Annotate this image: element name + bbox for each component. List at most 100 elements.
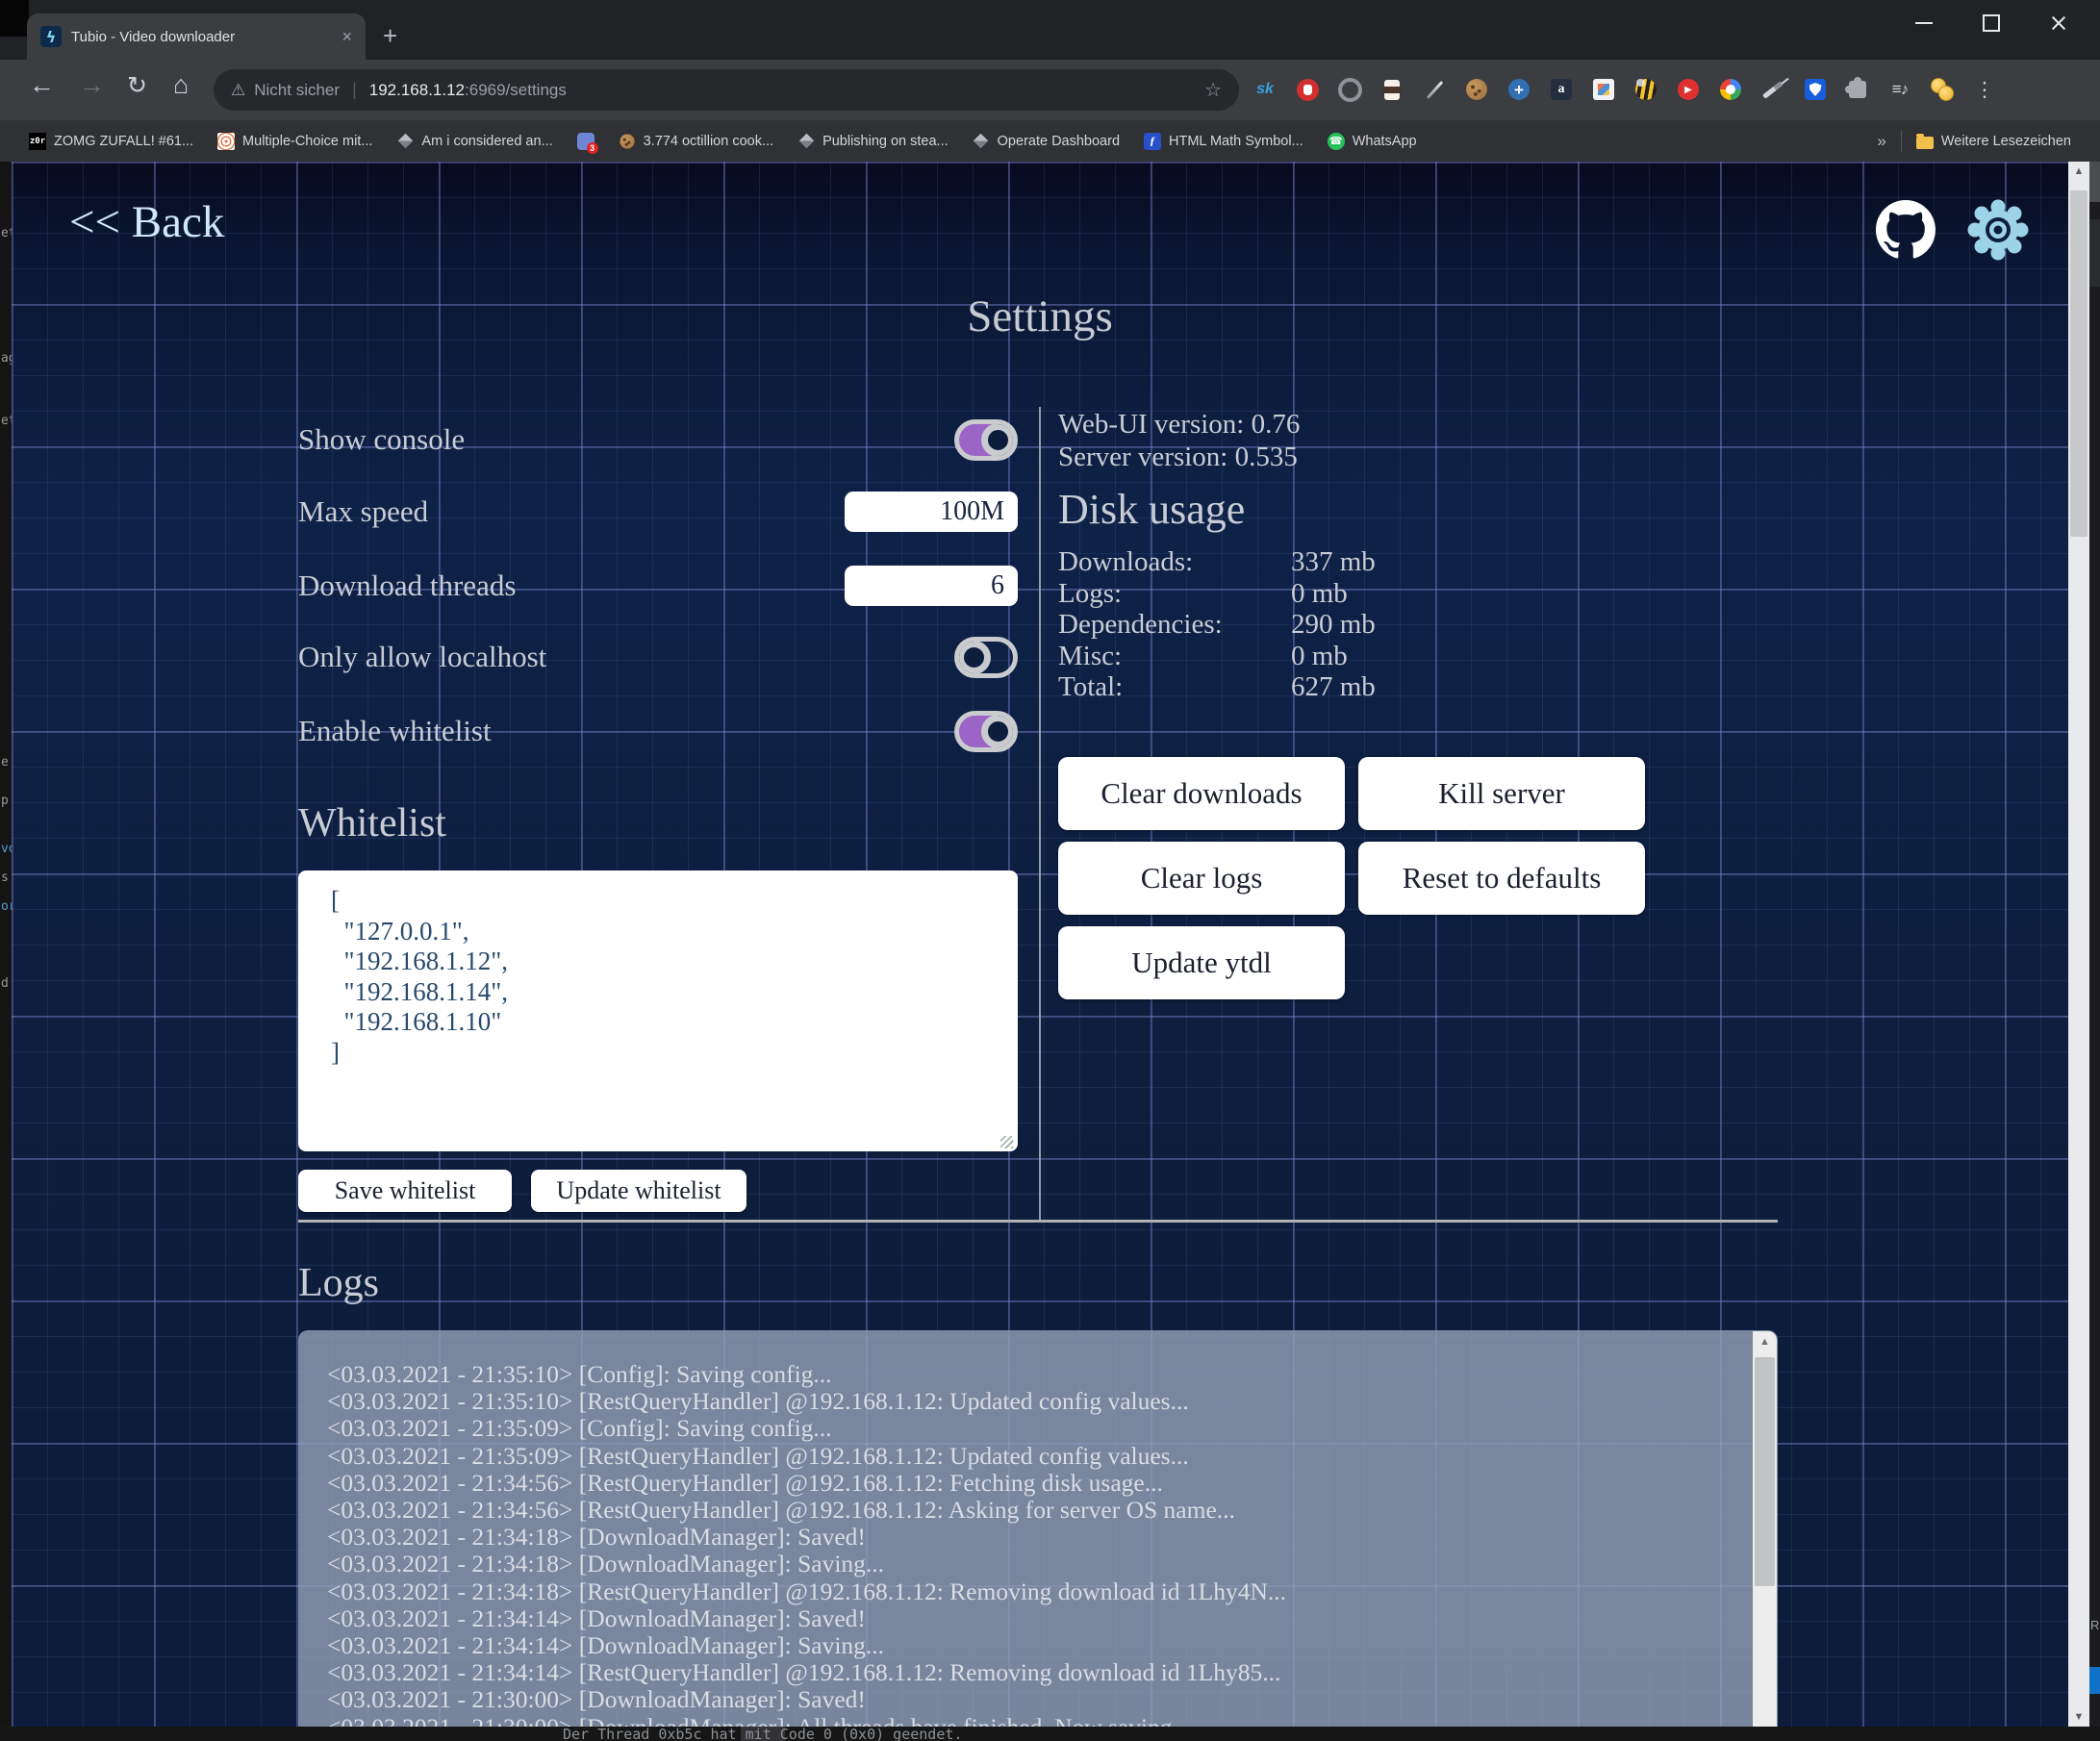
puzzle-icon[interactable] xyxy=(1845,77,1870,102)
disk-row: Total:627 mb xyxy=(1058,671,1376,703)
scroll-up-icon[interactable]: ▲ xyxy=(1753,1336,1777,1348)
clear-downloads-button[interactable]: Clear downloads xyxy=(1058,757,1345,830)
gear-icon[interactable] xyxy=(1966,198,2030,262)
download-threads-input[interactable] xyxy=(845,566,1018,606)
bee-icon[interactable] xyxy=(1633,77,1658,102)
tab-title: Tubio - Video downloader xyxy=(71,29,342,45)
tubio-favicon-icon: ϟ xyxy=(40,26,62,47)
setting-label: Enable whitelist xyxy=(298,714,492,748)
new-tab-button[interactable]: + xyxy=(383,21,397,51)
sk-icon[interactable]: sk xyxy=(1252,77,1278,102)
bookmarks-overflow-button[interactable]: » xyxy=(1877,132,1885,151)
log-line: <03.03.2021 - 21:34:14> [RestQueryHandle… xyxy=(327,1659,1720,1686)
bookmark-item[interactable]: z0r ZOMG ZUFALL! #61... xyxy=(29,133,193,150)
bookmark-item[interactable]: Publishing on stea... xyxy=(797,133,949,150)
textarea-resize-handle[interactable] xyxy=(1000,1136,1013,1148)
unity-cube-icon xyxy=(797,133,815,150)
bookmark-item[interactable]: ƒ HTML Math Symbol... xyxy=(1144,133,1303,150)
enable-whitelist-toggle[interactable] xyxy=(954,711,1018,752)
whitelist-textarea[interactable]: [ "127.0.0.1", "192.168.1.12", "192.168.… xyxy=(298,870,1018,1151)
log-line: <03.03.2021 - 21:35:10> [Config]: Saving… xyxy=(327,1361,1720,1388)
bookmark-item[interactable]: 3.774 octillion cook... xyxy=(619,133,773,150)
log-line: <03.03.2021 - 21:35:09> [Config]: Saving… xyxy=(327,1415,1720,1442)
coins-icon[interactable] xyxy=(1930,77,1955,102)
google-icon[interactable] xyxy=(1718,77,1743,102)
window-maximize-button[interactable] xyxy=(1980,12,2003,35)
kill-server-button[interactable]: Kill server xyxy=(1358,757,1645,830)
bookmarks-divider xyxy=(1901,131,1902,152)
setting-row: Show console xyxy=(298,417,1018,462)
log-panel: <03.03.2021 - 21:35:10> [Config]: Saving… xyxy=(298,1330,1778,1727)
log-line: <03.03.2021 - 21:34:18> [DownloadManager… xyxy=(327,1551,1720,1577)
browser-tab[interactable]: ϟ Tubio - Video downloader × xyxy=(27,13,366,60)
log-line: <03.03.2021 - 21:34:14> [DownloadManager… xyxy=(327,1632,1720,1659)
security-label: Nicht sicher xyxy=(254,81,340,100)
bookmark-label: Publishing on stea... xyxy=(822,134,949,149)
amazon-icon[interactable]: a xyxy=(1549,77,1574,102)
window-minimize-button[interactable] xyxy=(1912,12,1936,35)
reset-defaults-button[interactable]: Reset to defaults xyxy=(1358,842,1645,915)
bookmark-item[interactable]: Operate Dashboard xyxy=(973,133,1120,150)
disk-row: Logs:0 mb xyxy=(1058,578,1376,610)
bitwarden-shield-icon[interactable] xyxy=(1803,77,1828,102)
update-ytdl-button[interactable]: Update ytdl xyxy=(1058,926,1345,999)
other-bookmarks-button[interactable]: Weitere Lesezeichen xyxy=(1916,134,2071,149)
log-lines: <03.03.2021 - 21:35:10> [Config]: Saving… xyxy=(298,1330,1778,1727)
whatsapp-icon: ☎ xyxy=(1328,133,1345,150)
tab-close-icon[interactable]: × xyxy=(342,28,352,45)
reload-icon[interactable]: ↻ xyxy=(127,74,147,98)
back-icon[interactable]: ← xyxy=(29,72,55,98)
background-window-left-edge: et ag et e p vo s or d xyxy=(0,162,12,1741)
clear-logs-button[interactable]: Clear logs xyxy=(1058,842,1345,915)
bookmark-item[interactable]: 3 xyxy=(577,133,595,150)
extension-icons-row: sk + a ▶ ≡♪ ⋮ xyxy=(1252,70,1997,109)
page-scrollbar-thumb[interactable] xyxy=(2070,190,2087,537)
scroll-down-icon[interactable]: ▼ xyxy=(2068,1711,2089,1723)
ring-icon[interactable] xyxy=(1337,77,1362,102)
cookie-icon[interactable] xyxy=(1464,77,1489,102)
log-line: <03.03.2021 - 21:30:00> [DownloadManager… xyxy=(327,1714,1720,1727)
bookmark-item[interactable]: Am i considered an... xyxy=(396,133,552,150)
show-console-toggle[interactable] xyxy=(954,419,1018,461)
update-whitelist-button[interactable]: Update whitelist xyxy=(531,1170,746,1212)
bookmarks-bar: z0r ZOMG ZUFALL! #61... Multiple-Choice … xyxy=(0,120,2100,162)
back-link[interactable]: << Back xyxy=(69,196,224,248)
save-whitelist-button[interactable]: Save whitelist xyxy=(298,1170,512,1212)
setting-row: Max speed xyxy=(298,490,1018,534)
server-version: Server version: 0.535 xyxy=(1058,441,1300,473)
home-icon[interactable]: ⌂ xyxy=(173,72,189,98)
menu-dots-icon[interactable]: ⋮ xyxy=(1972,77,1997,102)
pin-play-icon[interactable]: ▶ xyxy=(1676,77,1701,102)
medical-cross-icon[interactable]: + xyxy=(1506,77,1531,102)
photos-icon[interactable] xyxy=(1591,77,1616,102)
window-close-button[interactable] xyxy=(2047,12,2070,35)
url-path: :6969/settings xyxy=(465,81,567,100)
syringe-icon[interactable] xyxy=(1760,77,1785,102)
incognito-file-icon[interactable] xyxy=(1379,77,1404,102)
playlist-icon[interactable]: ≡♪ xyxy=(1887,77,1912,102)
bookmark-item[interactable]: ☎ WhatsApp xyxy=(1328,133,1417,150)
whitelist-title: Whitelist xyxy=(298,800,446,846)
log-line: <03.03.2021 - 21:34:56> [RestQueryHandle… xyxy=(327,1497,1720,1524)
github-icon[interactable] xyxy=(1876,200,1936,260)
log-scrollbar-thumb[interactable] xyxy=(1755,1357,1775,1586)
math-icon: ƒ xyxy=(1144,133,1161,150)
scroll-up-icon[interactable]: ▲ xyxy=(2068,165,2089,177)
bookmark-item[interactable]: Multiple-Choice mit... xyxy=(217,133,372,150)
unity-cube-icon xyxy=(396,133,414,150)
max-speed-input[interactable] xyxy=(845,492,1018,532)
omnibox-divider: | xyxy=(352,80,357,100)
bookmark-star-icon[interactable]: ☆ xyxy=(1204,78,1222,102)
disk-usage-table: Downloads:337 mb Logs:0 mb Dependencies:… xyxy=(1058,546,1376,703)
log-line: <03.03.2021 - 21:35:10> [RestQueryHandle… xyxy=(327,1388,1720,1415)
only-localhost-toggle[interactable] xyxy=(954,637,1018,678)
stop-hand-icon[interactable] xyxy=(1295,77,1320,102)
section-divider xyxy=(298,1220,1778,1223)
pen-icon[interactable] xyxy=(1422,77,1447,102)
version-info: Web-UI version: 0.76 Server version: 0.5… xyxy=(1058,408,1300,473)
forward-icon[interactable]: → xyxy=(79,72,105,98)
address-bar[interactable]: ⚠ Nicht sicher | 192.168.1.12 :6969/sett… xyxy=(214,69,1239,111)
log-scrollbar[interactable]: ▲ xyxy=(1753,1331,1777,1727)
page-scrollbar[interactable]: ▲ ▼ xyxy=(2068,162,2089,1727)
background-window-right-edge: R xyxy=(2089,162,2100,1741)
